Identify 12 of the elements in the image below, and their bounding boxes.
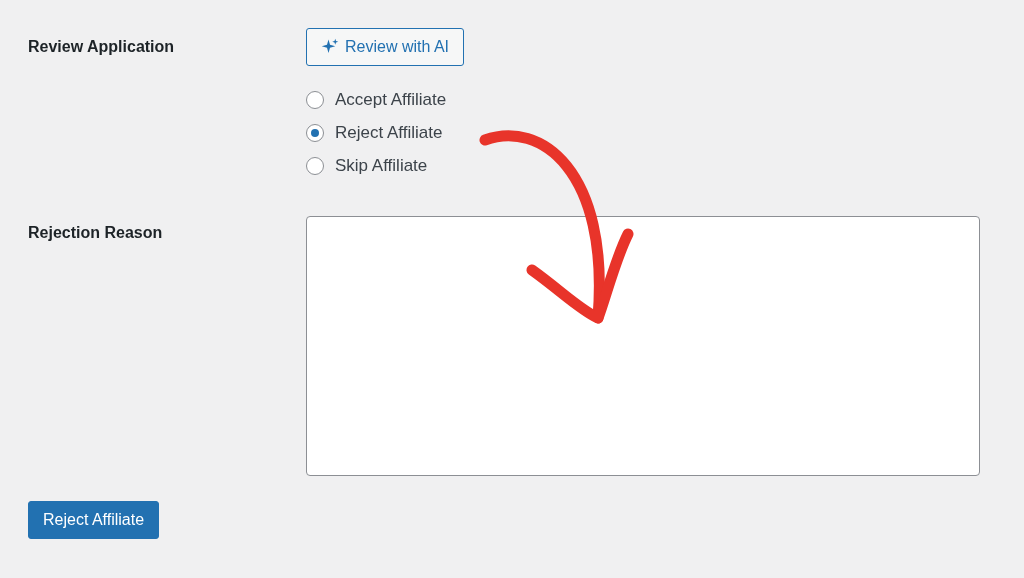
radio-option[interactable]: Reject Affiliate (306, 123, 447, 143)
radio-button[interactable] (306, 157, 324, 175)
radio-option[interactable]: Accept Affiliate (306, 90, 447, 110)
radio-button[interactable] (306, 91, 324, 109)
reject-affiliate-button[interactable]: Reject Affiliate (28, 501, 160, 539)
radio-button[interactable] (306, 124, 324, 142)
sparkle-icon (321, 38, 339, 56)
radio-option[interactable]: Skip Affiliate (306, 156, 447, 176)
review-with-ai-button[interactable]: Review with AI (306, 28, 465, 66)
rejection-reason-field[interactable] (306, 216, 980, 476)
field-label: Review Application (28, 37, 176, 57)
field-label: Rejection Reason (28, 223, 164, 243)
